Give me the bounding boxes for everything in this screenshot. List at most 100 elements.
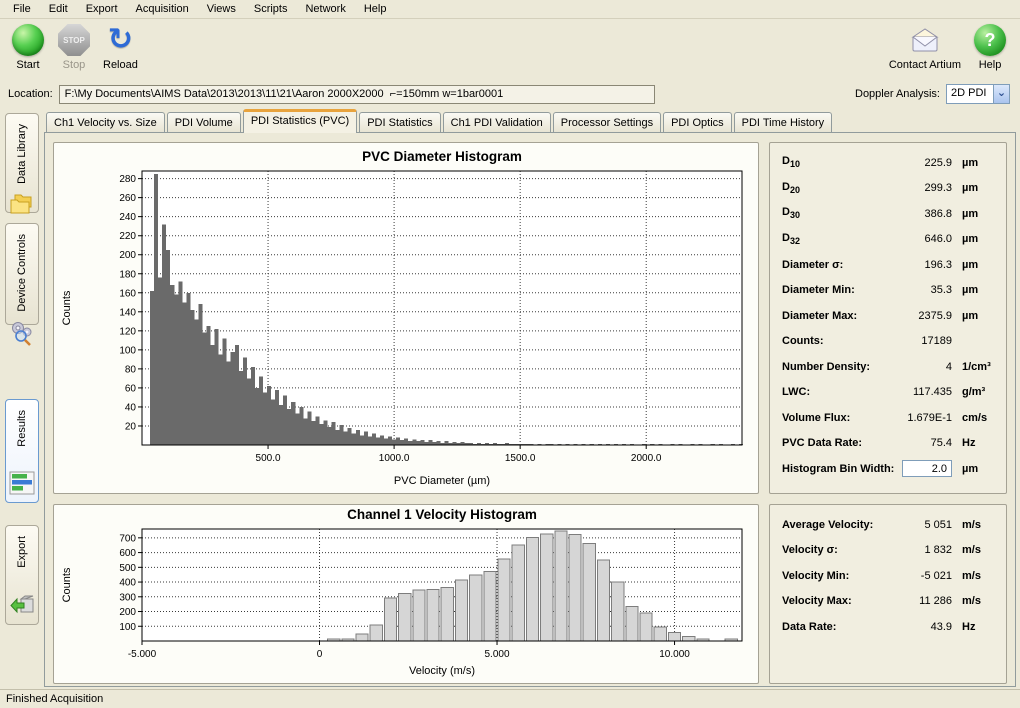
menu-item-views[interactable]: Views: [198, 1, 245, 17]
svg-text:2000.0: 2000.0: [631, 453, 662, 464]
doppler-analysis-value: 2D PDI: [947, 85, 993, 103]
menu-item-export[interactable]: Export: [77, 1, 127, 17]
stat-label: Counts:: [782, 335, 892, 347]
svg-text:0: 0: [317, 649, 323, 660]
status-bar: Finished Acquisition: [0, 689, 1020, 708]
menu-item-scripts[interactable]: Scripts: [245, 1, 297, 17]
stat-value: 75.4: [892, 437, 952, 449]
reload-button[interactable]: Reload: [100, 22, 141, 73]
stat-unit: m/s: [952, 544, 996, 556]
menu-item-acquisition[interactable]: Acquisition: [127, 1, 198, 17]
svg-text:100: 100: [119, 622, 136, 633]
doppler-analysis-label: Doppler Analysis:: [855, 88, 940, 100]
stat-unit: µm: [952, 208, 996, 220]
stat-row-lwc: LWC:117.435g/m³: [782, 383, 996, 402]
diameter-row: 2040608010012014016018020022024026028050…: [53, 142, 1007, 494]
pvc-diameter-histogram-svg: 2040608010012014016018020022024026028050…: [54, 143, 758, 491]
stat-row-velocity-max: Velocity Max:11 286m/s: [782, 592, 996, 611]
tab-ch1-velocity-vs-size[interactable]: Ch1 Velocity vs. Size: [46, 112, 165, 132]
svg-text:Counts: Counts: [61, 290, 73, 325]
stat-row-d10: D10225.9µm: [782, 153, 996, 172]
stat-unit: Hz: [952, 437, 996, 449]
stat-label: D20: [782, 181, 892, 195]
app-window: FileEditExportAcquisitionViewsScriptsNet…: [0, 0, 1020, 708]
stat-value: 4: [892, 361, 952, 373]
tab-pdi-statistics-pvc[interactable]: PDI Statistics (PVC): [243, 109, 357, 133]
stat-value: 5 051: [892, 519, 952, 531]
stop-icon: STOP: [58, 24, 90, 56]
tab-pdi-time-history[interactable]: PDI Time History: [734, 112, 833, 132]
stop-button[interactable]: STOP Stop: [54, 22, 94, 73]
tab-pdi-optics[interactable]: PDI Optics: [663, 112, 732, 132]
svg-text:700: 700: [119, 533, 136, 544]
contact-artium-button[interactable]: Contact Artium: [886, 22, 964, 73]
stat-unit: Hz: [952, 621, 996, 633]
stop-label: Stop: [63, 59, 86, 71]
svg-text:PVC Diameter Histogram: PVC Diameter Histogram: [362, 149, 522, 164]
histogram-bin-width-input[interactable]: [902, 460, 952, 477]
stat-unit: µm: [952, 157, 996, 169]
stat-label: D32: [782, 232, 892, 246]
stat-unit: m/s: [952, 595, 996, 607]
menu-item-edit[interactable]: Edit: [40, 1, 77, 17]
svg-text:80: 80: [125, 364, 137, 375]
export-icon: [9, 592, 35, 618]
stat-label: Diameter Max:: [782, 310, 892, 322]
stat-label: Diameter σ:: [782, 259, 892, 271]
svg-text:20: 20: [125, 421, 137, 432]
contact-artium-label: Contact Artium: [889, 59, 961, 71]
stat-unit: 1/cm³: [952, 361, 996, 373]
start-icon: [12, 24, 44, 56]
sidebar-item-export[interactable]: Export: [5, 525, 39, 625]
sidebar-item-device-controls[interactable]: Device Controls: [5, 223, 39, 325]
svg-text:1500.0: 1500.0: [505, 453, 536, 464]
tab-ch1-pdi-validation[interactable]: Ch1 PDI Validation: [443, 112, 551, 132]
svg-text:1000.0: 1000.0: [379, 453, 410, 464]
stat-value: 225.9: [892, 157, 952, 169]
stat-value: 117.435: [892, 386, 952, 398]
stat-row-velocity: Velocity σ:1 832m/s: [782, 541, 996, 560]
reload-label: Reload: [103, 59, 138, 71]
stat-label: Data Rate:: [782, 621, 892, 633]
location-bar: Location: Doppler Analysis: 2D PDI: [0, 83, 1020, 109]
chevron-down-icon[interactable]: [993, 85, 1009, 103]
sidebar-item-label: Export: [16, 536, 28, 568]
stat-row-diameter-min: Diameter Min:35.3µm: [782, 281, 996, 300]
menu-item-network[interactable]: Network: [296, 1, 354, 17]
tab-pdi-statistics[interactable]: PDI Statistics: [359, 112, 440, 132]
location-input[interactable]: [59, 85, 655, 104]
stat-value: 386.8: [892, 208, 952, 220]
stat-unit: µm: [952, 284, 996, 296]
stat-row-pvc-data-rate: PVC Data Rate:75.4Hz: [782, 434, 996, 453]
toolbar: Start STOP Stop Reload Conta: [0, 19, 1020, 83]
stat-unit: µm: [952, 233, 996, 245]
sidebar-item-results[interactable]: Results: [5, 399, 39, 503]
sidebar-item-label: Data Library: [16, 124, 28, 184]
stat-unit: m/s: [952, 519, 996, 531]
doppler-analysis-select[interactable]: 2D PDI: [946, 84, 1010, 104]
menu-item-file[interactable]: File: [4, 1, 40, 17]
menu-item-help[interactable]: Help: [355, 1, 396, 17]
stat-value: 1 832: [892, 544, 952, 556]
svg-text:PVC Diameter (µm): PVC Diameter (µm): [394, 475, 490, 487]
help-icon: [974, 24, 1006, 56]
start-button[interactable]: Start: [8, 22, 48, 73]
folder-icon: [9, 192, 35, 218]
svg-text:Velocity (m/s): Velocity (m/s): [409, 665, 475, 677]
stat-row-d30: D30386.8µm: [782, 204, 996, 223]
menu-bar: FileEditExportAcquisitionViewsScriptsNet…: [0, 0, 1020, 19]
sidebar-item-label: Device Controls: [16, 234, 28, 312]
tab-pdi-volume[interactable]: PDI Volume: [167, 112, 241, 132]
stat-row-number-density: Number Density:41/cm³: [782, 357, 996, 376]
help-button[interactable]: Help: [970, 22, 1010, 73]
pvc-diameter-histogram-chart: 2040608010012014016018020022024026028050…: [53, 142, 759, 494]
diameter-stats-panel: D10225.9µmD20299.3µmD30386.8µmD32646.0µm…: [769, 142, 1007, 494]
stat-row-velocity-min: Velocity Min:-5 021m/s: [782, 566, 996, 585]
location-label: Location:: [8, 88, 53, 100]
stat-label: Average Velocity:: [782, 519, 892, 531]
stat-row-volume-flux: Volume Flux:1.679E-1cm/s: [782, 408, 996, 427]
sidebar-item-data-library[interactable]: Data Library: [5, 113, 39, 213]
tab-processor-settings[interactable]: Processor Settings: [553, 112, 661, 132]
svg-text:120: 120: [119, 326, 136, 337]
svg-text:100: 100: [119, 345, 136, 356]
